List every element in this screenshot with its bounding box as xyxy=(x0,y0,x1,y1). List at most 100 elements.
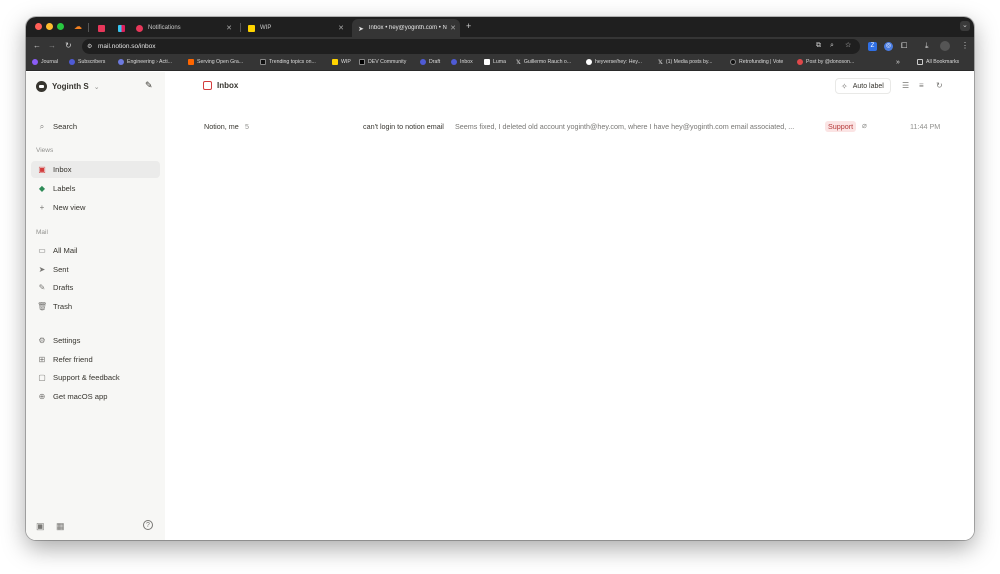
bookmark-wip[interactable]: WIP xyxy=(332,59,351,65)
bookmark-favicon-icon xyxy=(332,59,338,65)
sidebar-item-sent[interactable]: ➤ Sent xyxy=(31,261,160,278)
bookmark-guillermo-rauch[interactable]: 𝕏 Guillermo Rauch o... xyxy=(516,59,571,66)
workspace-switcher[interactable]: Yoginth S ⌄ xyxy=(36,81,100,92)
bookmark-favicon-icon xyxy=(260,59,266,65)
notion-mail-app: Yoginth S ⌄ ✎ ⌕ Search Views ▣ Inbox ◆ L… xyxy=(26,72,974,540)
refresh-icon[interactable]: ↻ xyxy=(936,81,943,91)
zoom-icon[interactable]: ⌕ xyxy=(830,41,834,51)
address-bar[interactable]: ⚙ mail.notion.so/inbox ⧉ ⌕ ☆ xyxy=(82,39,860,54)
minimize-window-button[interactable] xyxy=(46,23,53,30)
tab-pinned-2[interactable] xyxy=(112,19,126,37)
bookmark-heyverse[interactable]: heyverse/hey: Hey... xyxy=(586,59,642,65)
tab-close-icon[interactable]: ✕ xyxy=(226,24,232,32)
bookmark-retrofunding[interactable]: Retrofunding | Vote xyxy=(730,59,783,65)
bookmark-trending-topics[interactable]: Trending topics on... xyxy=(260,59,316,65)
sidebar-item-refer-friend[interactable]: ⊞ Refer friend xyxy=(31,351,160,368)
profile-avatar[interactable] xyxy=(940,41,950,51)
thread-count: 5 xyxy=(245,122,249,131)
chat-icon: ▢ xyxy=(38,373,46,382)
compose-icon[interactable]: ✎ xyxy=(145,80,153,91)
bookmark-dev-community[interactable]: DEV Community xyxy=(359,59,406,65)
bookmark-favicon-icon xyxy=(359,59,365,65)
bookmark-post-by-donoson[interactable]: Post by @donoson... xyxy=(797,59,854,65)
bookmark-media-posts[interactable]: 𝕏 (1) Media posts by... xyxy=(658,59,712,66)
maximize-window-button[interactable] xyxy=(57,23,64,30)
bookmark-draft[interactable]: Draft xyxy=(420,59,440,65)
sidebar-item-all-mail[interactable]: ▭ All Mail xyxy=(31,242,160,259)
thread-time: 11:44 PM xyxy=(910,122,941,131)
tab-close-icon[interactable]: ✕ xyxy=(450,24,456,32)
sidebar-item-drafts[interactable]: ✎ Drafts xyxy=(31,279,160,296)
user-avatar xyxy=(36,81,47,92)
close-window-button[interactable] xyxy=(35,23,42,30)
bookmark-favicon-icon xyxy=(730,59,736,65)
bookmark-journal[interactable]: Journal xyxy=(32,59,58,65)
sidebar-item-inbox[interactable]: ▣ Inbox xyxy=(31,161,160,178)
sidebar-item-settings[interactable]: ⚙ Settings xyxy=(31,332,160,349)
forward-icon[interactable]: → xyxy=(48,41,56,51)
views-section-label: Views xyxy=(36,147,54,154)
bookmark-favicon-icon xyxy=(32,59,38,65)
tab-search-icon[interactable]: ⌄ xyxy=(960,21,970,31)
help-icon[interactable]: ? xyxy=(143,520,153,530)
display-options-icon[interactable]: ≡ xyxy=(919,81,924,91)
bookmark-favicon-icon xyxy=(118,59,124,65)
chevron-down-icon: ⌄ xyxy=(93,83,100,91)
sidebar-item-trash[interactable]: 🗑 Trash xyxy=(31,298,160,315)
bookmark-luma[interactable]: Luma xyxy=(484,59,506,65)
tab-close-icon[interactable]: ✕ xyxy=(338,24,344,32)
extension-z-icon[interactable]: Z xyxy=(868,42,877,51)
sidebar-item-support-feedback[interactable]: ▢ Support & feedback xyxy=(31,369,160,386)
auto-label-button[interactable]: ✧ Auto label xyxy=(835,78,891,94)
cloud-tab-icon[interactable]: ☁ xyxy=(74,22,82,32)
search-item[interactable]: ⌕ Search xyxy=(31,118,160,135)
bookmark-favicon-icon xyxy=(797,59,803,65)
thread-label-badge[interactable]: Support xyxy=(825,121,857,132)
inbox-icon xyxy=(203,81,212,90)
page-title: Inbox xyxy=(203,81,238,90)
tab-pinned-1[interactable] xyxy=(92,19,106,37)
reload-icon[interactable]: ↻ xyxy=(65,41,72,51)
bookmark-favicon-icon xyxy=(451,59,457,65)
bookmark-star-icon[interactable]: ☆ xyxy=(845,41,851,51)
bookmarks-overflow-button[interactable]: » xyxy=(896,59,900,66)
all-mail-icon: ▭ xyxy=(38,246,46,255)
browser-menu-icon[interactable]: ⋮ xyxy=(961,41,969,51)
bookmark-favicon-icon xyxy=(188,59,194,65)
tab-notifications[interactable]: Notifications ✕ xyxy=(130,19,238,37)
tab-inbox[interactable]: ➤ Inbox • hey@yoginth.com • N ✕ xyxy=(352,19,460,37)
all-bookmarks-button[interactable]: All Bookmarks xyxy=(917,59,959,65)
bookmark-serving-open-graph[interactable]: Serving Open Gra... xyxy=(188,59,243,65)
tab-strip: ☁ Notifications ✕ WIP ✕ ➤ Inbox • hey@yo… xyxy=(26,17,974,37)
thread-row[interactable]: Notion, me 5 can't login to notion email… xyxy=(165,118,974,136)
sidebar-item-labels[interactable]: ◆ Labels xyxy=(31,180,160,197)
sidebar-item-get-macos-app[interactable]: ⊕ Get macOS app xyxy=(31,388,160,405)
filter-icon[interactable]: ☰ xyxy=(902,81,909,91)
site-info-icon[interactable]: ⚙ xyxy=(87,42,92,52)
bookmark-favicon-icon xyxy=(420,59,426,65)
wip-favicon-icon xyxy=(248,24,255,32)
bookmark-subscribers[interactable]: Subscribers xyxy=(69,59,105,65)
new-tab-icon[interactable]: + xyxy=(466,21,471,31)
x-logo-icon: 𝕏 xyxy=(516,60,521,66)
notion-logo-icon[interactable]: ▣ xyxy=(36,521,45,532)
search-icon: ⌕ xyxy=(39,121,45,131)
back-icon[interactable]: ← xyxy=(33,41,41,51)
tab-wip[interactable]: WIP ✕ xyxy=(242,19,350,37)
download-icon[interactable]: ⤓ xyxy=(925,41,929,51)
bookmark-engineering[interactable]: Engineering › Acti... xyxy=(118,59,172,65)
inbox-icon: ▣ xyxy=(38,165,46,174)
extension-circle-icon[interactable]: ◎ xyxy=(884,42,893,51)
drafts-icon: ✎ xyxy=(38,283,46,292)
mail-section-label: Mail xyxy=(36,229,48,236)
bookmark-inbox[interactable]: Inbox xyxy=(451,59,473,65)
sidebar: Yoginth S ⌄ ✎ ⌕ Search Views ▣ Inbox ◆ L… xyxy=(26,72,165,540)
install-app-icon[interactable]: ⧉ xyxy=(816,41,821,51)
sidebar-item-new-view[interactable]: + New view xyxy=(31,199,160,216)
gear-icon: ⚙ xyxy=(38,336,46,345)
bookmark-favicon-icon xyxy=(69,59,75,65)
extensions-icon[interactable]: ⧠ xyxy=(901,41,907,51)
thread-sender: Notion, me xyxy=(204,122,239,131)
calendar-icon[interactable]: ▦ xyxy=(56,521,65,532)
user-name: Yoginth S xyxy=(52,82,89,91)
